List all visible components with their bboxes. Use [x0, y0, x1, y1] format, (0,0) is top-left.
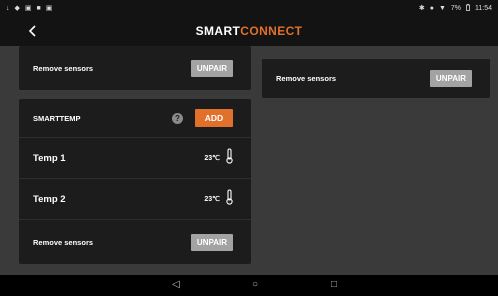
gallery-icon: ▣ [24, 5, 32, 12]
remove-sensors-row: Remove sensors UNPAIR [19, 220, 251, 264]
smarttemp-card: SMARTTEMP ? ADD Temp 1 23℃ Temp 2 23℃ Re… [19, 99, 251, 264]
status-bar: ↓ ◆ ▣ ■ ▣ ✱ ● ▼ 7% 11:54 [0, 0, 498, 16]
thermometer-icon [226, 188, 233, 210]
status-time: 11:54 [475, 4, 492, 12]
thermometer-icon [226, 147, 233, 169]
location-icon: ● [429, 4, 434, 12]
nav-recents-icon[interactable]: □ [331, 279, 337, 290]
remove-sensors-row: Remove sensors UNPAIR [19, 46, 251, 90]
nav-back-icon[interactable]: ◁ [172, 279, 180, 290]
unpair-button[interactable]: UNPAIR [190, 59, 233, 77]
system-nav-bar: ◁ ○ □ [0, 275, 498, 296]
remove-sensors-label: Remove sensors [33, 237, 94, 247]
sensor-card-right: Remove sensors UNPAIR [262, 58, 490, 98]
nav-home-icon[interactable]: ○ [252, 279, 258, 290]
brand-part-smart: SMART [195, 24, 241, 38]
remove-sensors-label: Remove sensors [33, 63, 94, 73]
app-logo: SMARTCONNECT [0, 24, 498, 38]
sensor-name: Temp 2 [33, 193, 66, 205]
temperature-value: 23℃ [204, 196, 220, 203]
sensor-row-temp-1[interactable]: Temp 1 23℃ [19, 138, 251, 179]
status-right-icons: ✱ ● ▼ 7% 11:54 [418, 3, 492, 13]
unpair-button[interactable]: UNPAIR [429, 70, 472, 87]
remove-sensors-label: Remove sensors [276, 74, 337, 83]
bluetooth-icon: ✱ [418, 5, 425, 12]
battery-level: 7% [450, 4, 461, 12]
smarttemp-title: SMARTTEMP [33, 113, 81, 123]
sensor-row-temp-2[interactable]: Temp 2 23℃ [19, 179, 251, 220]
screenshot-icon: ▣ [45, 5, 53, 12]
notification-icon: ◆ [14, 5, 20, 12]
sensor-name: Temp 1 [33, 152, 66, 164]
wifi-icon: ▼ [438, 4, 446, 12]
temperature-value: 23℃ [204, 155, 220, 162]
sensor-card-top-left: Remove sensors UNPAIR [19, 46, 251, 90]
unpair-button[interactable]: UNPAIR [190, 233, 233, 251]
download-icon: ↓ [6, 4, 10, 12]
message-icon: ■ [36, 4, 41, 12]
status-left-icons: ↓ ◆ ▣ ■ ▣ [6, 4, 53, 13]
app-header: SMARTCONNECT [0, 16, 498, 46]
brand-part-connect: CONNECT [240, 24, 303, 38]
add-button[interactable]: ADD [195, 109, 233, 127]
remove-sensors-row: Remove sensors UNPAIR [262, 58, 490, 98]
help-icon[interactable]: ? [172, 112, 183, 124]
smarttemp-header-row: SMARTTEMP ? ADD [19, 99, 251, 138]
battery-icon [466, 3, 470, 13]
